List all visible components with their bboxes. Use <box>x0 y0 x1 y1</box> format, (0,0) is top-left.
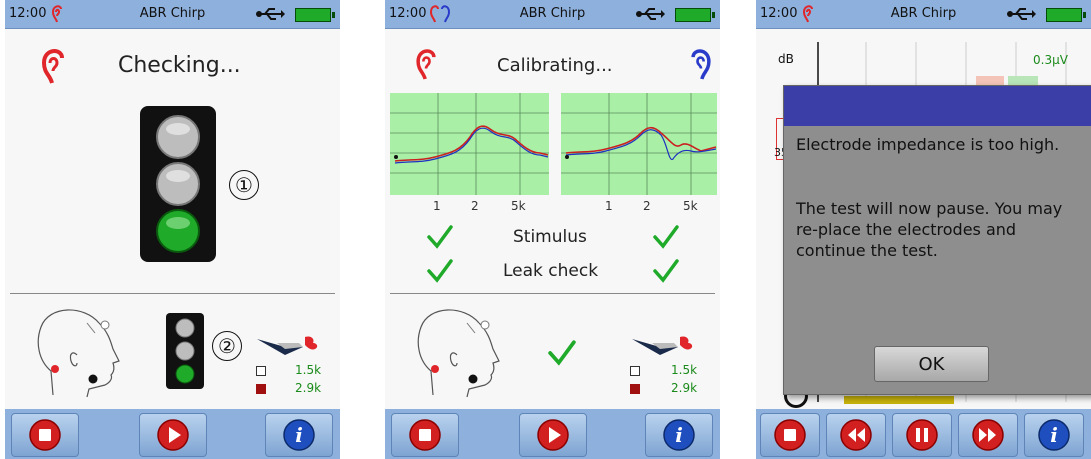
graph-left-ear <box>390 93 549 195</box>
tick-5k-left: 5k <box>511 199 526 213</box>
tick-1-left: 1 <box>433 199 441 213</box>
red-ear-icon <box>416 49 436 80</box>
tick-5k-right: 5k <box>683 199 698 213</box>
rewind-icon <box>840 419 872 451</box>
legend-marker-empty <box>630 366 640 376</box>
graph-right-ear <box>561 93 717 195</box>
rewind-button[interactable] <box>826 413 886 457</box>
battery-icon <box>675 8 715 22</box>
legend-marker-red <box>630 384 640 394</box>
check-icon <box>548 340 576 366</box>
status-bar: 12:00 ABR Chirp <box>385 0 720 29</box>
check-icon <box>653 225 679 249</box>
svg-text:i: i <box>1050 423 1058 447</box>
db-axis-label: dB <box>778 52 794 66</box>
bottom-toolbar: i <box>756 409 1091 459</box>
progress-bar <box>844 396 954 404</box>
divider <box>10 293 335 294</box>
svg-text:i: i <box>675 423 683 447</box>
stop-icon <box>29 419 61 451</box>
play-icon <box>537 419 569 451</box>
info-button[interactable]: i <box>1024 413 1084 457</box>
check-icon <box>427 259 453 283</box>
play-button[interactable] <box>139 413 207 457</box>
impedance-dialog: Electrode impedance is too high. The tes… <box>783 85 1091 395</box>
usb-icon <box>1007 8 1036 20</box>
play-button[interactable] <box>519 413 587 457</box>
check-icon <box>653 259 679 283</box>
pause-button[interactable] <box>892 413 952 457</box>
legend-2-9k: 2.9k <box>671 381 698 395</box>
info-icon: i <box>663 419 695 451</box>
ok-button[interactable]: OK <box>874 346 989 382</box>
stop-button[interactable] <box>391 413 459 457</box>
tick-2-left: 2 <box>471 199 479 213</box>
screen-calibrating: 12:00 ABR Chirp Calibrating... 1 2 5k 1 … <box>385 0 720 459</box>
tick-2-right: 2 <box>643 199 651 213</box>
stop-icon <box>774 419 806 451</box>
status-heading: Calibrating... <box>497 55 613 76</box>
row-leak-check-label: Leak check <box>503 261 599 281</box>
info-button[interactable]: i <box>265 413 333 457</box>
dialog-message-pause: The test will now pause. You may re-plac… <box>796 199 1063 260</box>
screen-checking: 12:00 ABR Chirp Checking... ① ② 1.5k 2.9… <box>5 0 340 459</box>
legend-marker-empty <box>256 366 266 376</box>
head-electrode-diagram <box>417 309 500 398</box>
probe-icon <box>257 336 318 355</box>
app-title: ABR Chirp <box>890 6 957 21</box>
fast-forward-icon <box>972 419 1004 451</box>
callout-2: ② <box>212 331 242 361</box>
play-icon <box>157 419 189 451</box>
info-button[interactable]: i <box>645 413 713 457</box>
bottom-toolbar: i <box>5 409 340 459</box>
svg-text:i: i <box>295 423 303 447</box>
info-icon: i <box>1038 419 1070 451</box>
check-icon <box>427 225 453 249</box>
pause-icon <box>906 419 938 451</box>
head-electrode-diagram <box>37 309 120 398</box>
bottom-toolbar: i <box>385 409 720 459</box>
row-stimulus-label: Stimulus <box>513 227 587 247</box>
status-bar: 12:00 ABR Chirp <box>5 0 340 29</box>
status-bar: 12:00 ABR Chirp <box>756 0 1091 29</box>
fast-forward-button[interactable] <box>958 413 1018 457</box>
dialog-title-bar <box>784 86 1091 126</box>
app-title: ABR Chirp <box>519 6 586 21</box>
red-ear-icon <box>41 49 64 84</box>
callout-1: ① <box>229 170 259 200</box>
info-icon: i <box>283 419 315 451</box>
traffic-light-small <box>166 313 204 389</box>
usb-icon <box>636 8 665 20</box>
scale-label: 0.3μV <box>1033 53 1068 67</box>
usb-icon <box>256 8 285 20</box>
divider <box>390 293 715 294</box>
probe-icon <box>632 336 693 355</box>
app-title: ABR Chirp <box>139 6 206 21</box>
traffic-light-large <box>140 106 216 262</box>
blue-ear-icon <box>691 49 711 80</box>
status-heading: Checking... <box>118 53 241 78</box>
legend-1-5k: 1.5k <box>295 363 322 377</box>
stop-button[interactable] <box>11 413 79 457</box>
stop-button[interactable] <box>760 413 820 457</box>
battery-icon <box>295 8 335 22</box>
legend-1-5k: 1.5k <box>671 363 698 377</box>
dialog-message-impedance: Electrode impedance is too high. <box>796 135 1060 154</box>
battery-icon <box>1046 8 1086 22</box>
screen-impedance-error: 12:00 ABR Chirp dB 35 0.3μV Electrode im… <box>756 0 1091 459</box>
tick-1-right: 1 <box>605 199 613 213</box>
legend-2-9k: 2.9k <box>295 381 322 395</box>
stop-icon <box>409 419 441 451</box>
legend-marker-red <box>256 384 266 394</box>
